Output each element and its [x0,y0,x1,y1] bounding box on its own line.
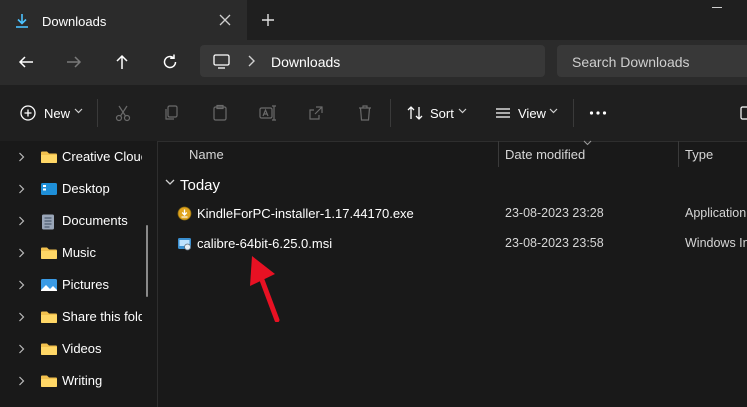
search-placeholder: Search Downloads [572,54,690,70]
chevron-down-icon[interactable] [165,179,175,186]
sidebar-item-label: Creative Clouc [62,149,142,164]
documents-icon [40,214,56,230]
folder-icon [40,246,58,260]
toolbar-divider [97,99,98,127]
sidebar-item-label: Music [62,245,96,260]
minimize-button[interactable] [712,7,722,8]
sidebar-item-label: Videos [62,341,102,356]
sidebar-item-label: Pictures [62,277,109,292]
chevron-down-icon[interactable] [458,108,467,114]
file-name: calibre-64bit-6.25.0.msi [197,236,333,251]
view-button[interactable]: View [518,106,546,121]
chevron-right-icon[interactable] [18,184,25,194]
new-tab-icon[interactable] [260,12,276,28]
more-options-icon[interactable] [589,110,607,116]
rename-icon[interactable] [259,104,277,122]
sidebar-item-share-this-folder[interactable]: Share this fold [0,301,145,333]
pictures-icon [40,278,58,292]
delete-icon[interactable] [356,104,374,122]
sidebar-item-videos[interactable]: Videos [0,333,145,365]
folder-icon [40,374,58,388]
monitor-icon [213,54,230,69]
chevron-right-icon[interactable] [18,376,25,386]
sort-button[interactable]: Sort [430,106,454,121]
desktop-icon [40,182,58,196]
sidebar-item-writing[interactable]: Writing [0,365,145,397]
folder-icon [40,310,58,324]
installer-icon [177,206,192,221]
chevron-right-icon[interactable] [18,280,25,290]
folder-icon [40,150,58,164]
file-type: Windows In [685,236,747,250]
sidebar-item-pictures[interactable]: Pictures [0,269,145,301]
chevron-down-icon[interactable] [549,108,558,114]
column-divider[interactable] [498,141,499,167]
breadcrumb-downloads[interactable]: Downloads [271,54,340,70]
cut-icon[interactable] [114,104,132,122]
chevron-right-icon[interactable] [18,216,25,226]
sort-descending-icon [583,140,592,146]
sidebar-item-creative-cloud[interactable]: Creative Clouc [0,141,145,173]
arrow-right-icon[interactable] [65,53,83,71]
file-type: Application [685,206,747,220]
close-tab-icon[interactable] [218,13,232,27]
column-header-type[interactable]: Type [685,147,713,162]
download-icon [14,13,30,29]
file-date: 23-08-2023 23:28 [505,206,604,220]
group-header-today[interactable]: Today [180,177,220,194]
column-header-date[interactable]: Date modified [505,147,585,162]
toolbar-divider [390,99,391,127]
sidebar-item-label: Share this fold [62,309,142,324]
folder-icon [40,342,58,356]
msi-package-icon [177,236,192,251]
sidebar-item-music[interactable]: Music [0,237,145,269]
new-button[interactable]: New [44,106,70,121]
chevron-right-icon[interactable] [18,344,25,354]
chevron-right-icon[interactable] [18,312,25,322]
sidebar-item-label: Desktop [62,181,110,196]
paste-icon[interactable] [211,104,229,122]
chevron-down-icon[interactable] [74,108,83,114]
sidebar-item-label: Documents [62,213,128,228]
sidebar-item-label: Writing [62,373,103,388]
column-header-name[interactable]: Name [189,147,224,162]
arrow-left-icon[interactable] [17,53,35,71]
refresh-icon[interactable] [161,53,179,71]
arrow-up-icon[interactable] [113,53,131,71]
sidebar-item-desktop[interactable]: Desktop [0,173,145,205]
tab-title: Downloads [42,14,107,29]
sidebar-item-documents[interactable]: Documents [0,205,145,237]
chevron-right-icon[interactable] [246,55,256,67]
file-name: KindleForPC-installer-1.17.44170.exe [197,206,414,221]
tab-downloads[interactable] [0,0,247,40]
toolbar-divider [573,99,574,127]
chevron-right-icon[interactable] [18,152,25,162]
file-date: 23-08-2023 23:58 [505,236,604,250]
sort-icon[interactable] [406,104,424,122]
sidebar-scrollbar[interactable] [146,225,148,297]
column-divider[interactable] [678,141,679,167]
chevron-right-icon[interactable] [18,248,25,258]
copy-icon[interactable] [162,104,180,122]
details-pane-icon[interactable] [740,104,747,122]
view-icon[interactable] [494,104,512,122]
share-icon[interactable] [307,104,325,122]
annotation-arrow-icon [248,250,282,322]
plus-circle-icon[interactable] [20,105,36,121]
file-row[interactable]: KindleForPC-installer-1.17.44170.exe 23-… [165,199,747,229]
